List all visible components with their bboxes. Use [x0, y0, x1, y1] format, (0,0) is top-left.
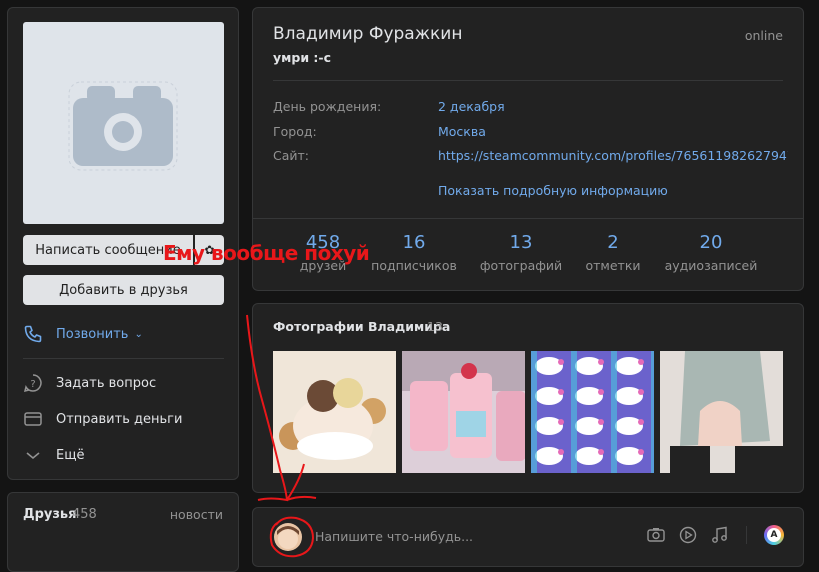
friends-count: 458 [72, 507, 97, 522]
send-money-button[interactable]: Отправить деньги [22, 408, 182, 430]
stats-divider [253, 218, 803, 219]
profile-divider [273, 80, 783, 81]
city-link[interactable]: Москва [438, 124, 486, 139]
more-label: Ещё [56, 447, 85, 463]
stat-audio[interactable]: 20 аудиозаписей [656, 232, 766, 273]
birthday-link[interactable]: 2 декабря [438, 99, 505, 114]
add-friend-label: Добавить в друзья [59, 282, 188, 298]
add-friend-button[interactable]: Добавить в друзья [23, 275, 224, 305]
stat-label: подписчиков [371, 258, 457, 273]
stat-count: 16 [402, 232, 426, 253]
camera-icon[interactable] [647, 527, 665, 547]
card-icon [22, 408, 44, 430]
ask-question-label: Задать вопрос [56, 375, 157, 391]
chevron-down-icon [22, 444, 44, 466]
post-box: Напишите что-нибудь... A [252, 507, 804, 567]
phone-icon [22, 323, 44, 345]
send-money-label: Отправить деньги [56, 411, 183, 427]
more-button[interactable]: Ещё [22, 444, 84, 466]
photo-thumbnail-4[interactable] [660, 351, 783, 473]
photo-thumbnail-3[interactable] [531, 351, 654, 473]
friends-title[interactable]: Друзья [23, 507, 76, 522]
avatar-placeholder[interactable] [23, 22, 224, 224]
call-label: Позвонить [56, 326, 129, 342]
photo-thumbnail-2[interactable] [402, 351, 525, 473]
video-icon[interactable] [679, 526, 697, 548]
call-button[interactable]: Позвонить ⌄ [22, 323, 143, 345]
profile-status[interactable]: умри :-с [273, 50, 331, 65]
photo-thumbnail-1[interactable] [273, 351, 396, 473]
user-avatar[interactable] [274, 523, 302, 551]
post-box-divider [746, 526, 747, 544]
stat-label: отметки [585, 258, 641, 273]
annotation-text: Ему вообще похуй [163, 241, 370, 265]
birthday-label: День рождения: [273, 99, 382, 114]
send-message-label: Написать сообщение [35, 242, 181, 258]
online-status: online [744, 28, 783, 43]
show-more-info-link[interactable]: Показать подробную информацию [438, 183, 668, 198]
chevron-down-icon: ⌄ [134, 328, 143, 340]
post-input[interactable]: Напишите что-нибудь... [315, 529, 473, 544]
profile-name: Владимир Фуражкин [273, 24, 463, 44]
friends-card: Друзья 458 новости [7, 492, 239, 572]
stat-count: 2 [607, 232, 619, 253]
site-label: Сайт: [273, 148, 310, 163]
question-icon: ? [22, 372, 44, 394]
stat-tags[interactable]: 2 отметки [558, 232, 668, 273]
svg-text:?: ? [30, 379, 35, 390]
photos-count: 13 [427, 319, 443, 334]
music-icon[interactable] [711, 526, 729, 548]
stat-label: аудиозаписей [664, 258, 758, 273]
ai-assistant-letter: A [767, 528, 781, 542]
ai-assistant-icon[interactable]: A [764, 525, 784, 545]
photos-title[interactable]: Фотографии Владимира [273, 319, 450, 334]
ask-question-button[interactable]: ? Задать вопрос [22, 372, 156, 394]
city-label: Город: [273, 124, 317, 139]
friends-news-link[interactable]: новости [170, 507, 223, 522]
camera-icon [68, 81, 178, 171]
site-link[interactable]: https://steamcommunity.com/profiles/7656… [438, 148, 788, 163]
stat-followers[interactable]: 16 подписчиков [359, 232, 469, 273]
stat-count: 20 [699, 232, 723, 253]
sidebar-divider [23, 358, 224, 359]
